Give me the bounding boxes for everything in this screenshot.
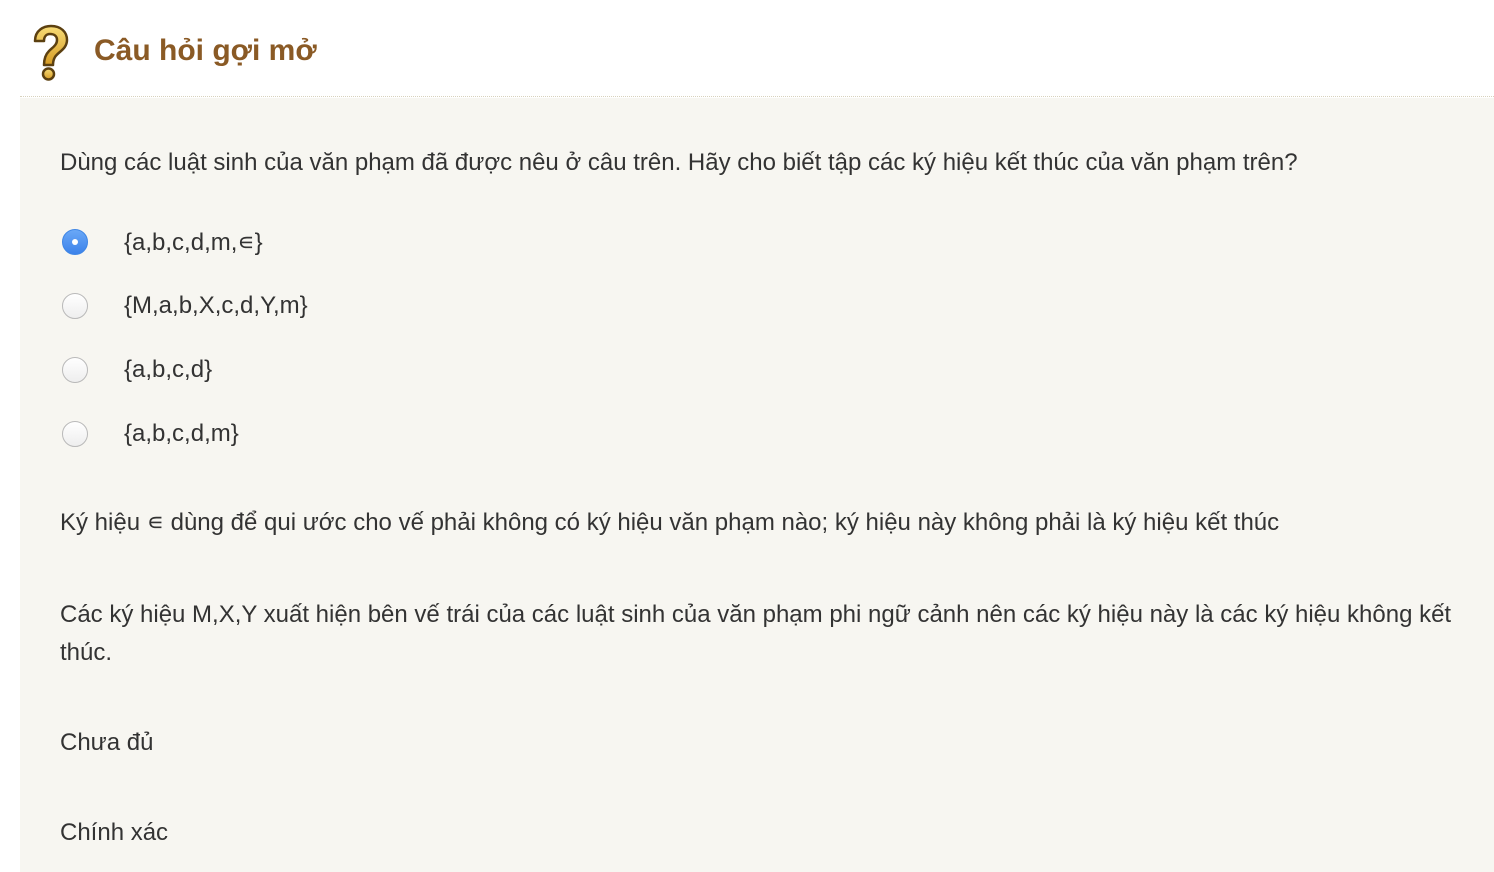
section-title: Câu hỏi gợi mở [94, 34, 317, 67]
answer-option-label: {a,b,c,d,m} [124, 420, 239, 447]
radio-button[interactable] [62, 357, 88, 383]
status-text-correct: Chính xác [60, 819, 169, 846]
answer-option-label: {M,a,b,X,c,d,Y,m} [124, 292, 308, 319]
answer-option-label: {a,b,c,d} [124, 356, 213, 383]
status-text-incomplete: Chưa đủ [60, 729, 154, 756]
question-text: Dùng các luật sinh của văn phạm đã được … [60, 149, 1298, 176]
question-panel: Dùng các luật sinh của văn phạm đã được … [20, 98, 1494, 872]
answer-option-4[interactable]: {a,b,c,d,m} [62, 414, 239, 454]
answer-option-2[interactable]: {M,a,b,X,c,d,Y,m} [62, 286, 308, 326]
answer-option-1[interactable]: {a,b,c,d,m,∊} [62, 222, 263, 262]
feedback-text-1: Ký hiệu ∊ dùng để qui ước cho vế phải kh… [60, 509, 1280, 536]
feedback-text-2: Các ký hiệu M,X,Y xuất hiện bên vế trái … [60, 601, 1452, 666]
section-header: Câu hỏi gợi mở [20, 0, 1494, 97]
answer-option-label: {a,b,c,d,m,∊} [124, 228, 263, 256]
radio-button[interactable] [62, 293, 88, 319]
radio-button[interactable] [62, 421, 88, 447]
quiz-page: Câu hỏi gợi mở Dùng các luật sinh của vă… [0, 0, 1494, 872]
answer-option-3[interactable]: {a,b,c,d} [62, 350, 212, 390]
question-mark-icon [33, 24, 69, 81]
radio-button-selected[interactable] [62, 229, 88, 255]
